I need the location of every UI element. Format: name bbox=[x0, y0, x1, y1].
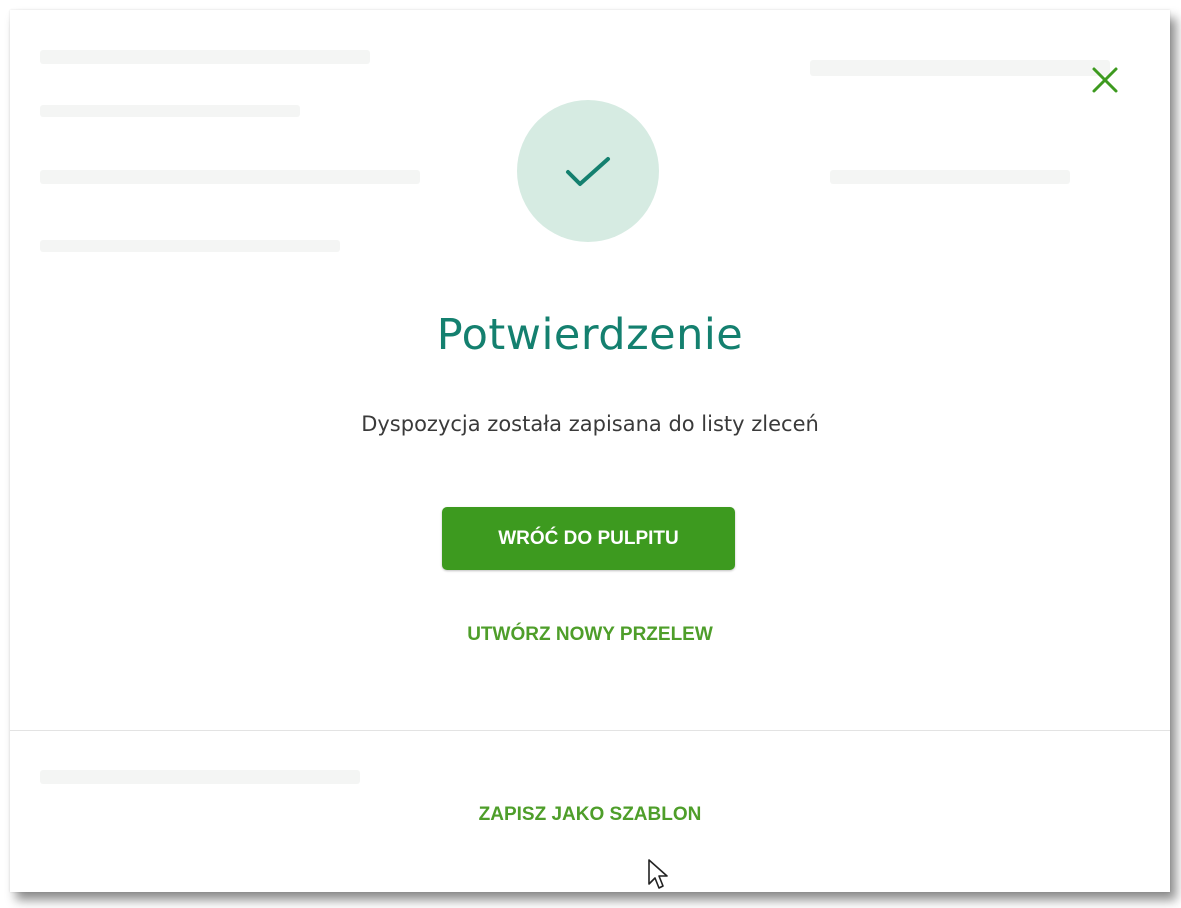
mouse-cursor-icon bbox=[647, 858, 673, 892]
divider bbox=[10, 730, 1170, 731]
background-ghost bbox=[40, 240, 340, 252]
background-ghost bbox=[830, 170, 1070, 184]
background-ghost bbox=[40, 770, 360, 784]
back-to-dashboard-button[interactable]: WRÓĆ DO PULPITU bbox=[442, 507, 735, 570]
background-ghost bbox=[40, 170, 420, 184]
background-ghost bbox=[40, 50, 370, 64]
confirmation-message: Dyspozycja została zapisana do listy zle… bbox=[361, 412, 819, 436]
screen: Potwierdzenie Dyspozycja została zapisan… bbox=[0, 0, 1181, 908]
close-button[interactable] bbox=[1087, 62, 1123, 98]
confirmation-dialog: Potwierdzenie Dyspozycja została zapisan… bbox=[10, 10, 1170, 892]
dialog-title: Potwierdzenie bbox=[436, 310, 744, 360]
close-icon bbox=[1092, 67, 1118, 93]
background-ghost bbox=[40, 105, 300, 117]
checkmark-icon bbox=[566, 157, 610, 186]
success-badge bbox=[517, 100, 659, 242]
background-ghost bbox=[810, 60, 1110, 76]
new-transfer-button[interactable]: UTWÓRZ NOWY PRZELEW bbox=[10, 624, 1170, 646]
save-as-template-button[interactable]: ZAPISZ JAKO SZABLON bbox=[10, 804, 1170, 826]
